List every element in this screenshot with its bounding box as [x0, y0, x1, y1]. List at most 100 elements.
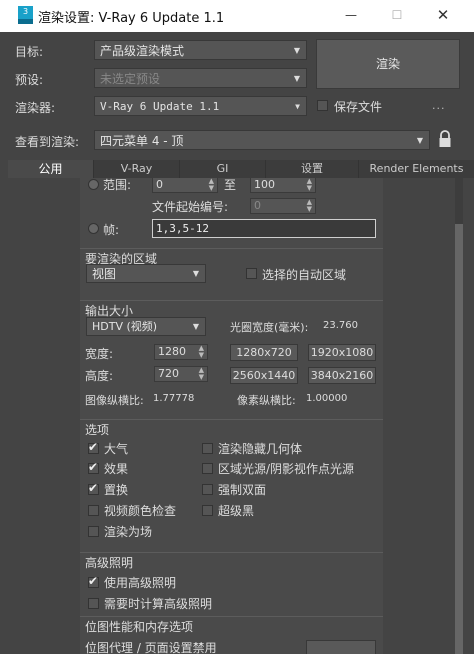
- compute-advanced-lighting-label: 需要时计算高级照明: [104, 597, 213, 611]
- maximize-button[interactable]: ☐: [382, 4, 412, 26]
- frames-label: 帧:: [103, 223, 120, 237]
- atmosphere-label: 大气: [104, 442, 129, 456]
- preset-1920x1080-button[interactable]: 1920x1080: [308, 344, 376, 361]
- image-aspect-value: 1.77778: [153, 393, 195, 404]
- auto-region-label: 选择的自动区域: [262, 268, 347, 282]
- super-black-checkbox[interactable]: [202, 505, 213, 516]
- area-mode-value: 视图: [92, 267, 117, 281]
- view-to-render-dropdown[interactable]: 四元菜单 4 - 顶 ▼: [94, 130, 430, 150]
- range-radio[interactable]: [88, 179, 99, 190]
- dropdown-arrow-icon: ▼: [192, 269, 199, 278]
- file-start-label: 文件起始编号:: [152, 200, 229, 214]
- output-format-dropdown[interactable]: HDTV (视频) ▼: [86, 317, 206, 336]
- auto-region-checkbox[interactable]: [246, 268, 257, 279]
- spinner-arrows-icon[interactable]: ▲ ▼: [199, 367, 204, 381]
- preset-1280x720-button[interactable]: 1280x720: [230, 344, 298, 361]
- render-button[interactable]: 渲染: [316, 39, 460, 89]
- effects-label: 效果: [104, 462, 129, 476]
- image-aspect-label: 图像纵横比:: [85, 394, 144, 407]
- renderer-label: 渲染器:: [15, 101, 56, 115]
- force-two-sided-checkbox[interactable]: [202, 484, 213, 495]
- tab-vray[interactable]: V-Ray: [94, 160, 180, 178]
- height-spinner[interactable]: 720 ▲ ▼: [154, 366, 208, 382]
- preset-label: 预设:: [15, 73, 44, 87]
- bitmap-setup-button[interactable]: [306, 640, 376, 654]
- displacement-checkbox[interactable]: [88, 481, 99, 495]
- pixel-aspect-label: 像素纵横比:: [237, 394, 296, 407]
- more-button[interactable]: ...: [432, 99, 446, 112]
- area-mode-dropdown[interactable]: 视图 ▼: [86, 264, 206, 283]
- spinner-arrows-icon[interactable]: ▲ ▼: [199, 345, 204, 359]
- save-file-label: 保存文件: [334, 100, 383, 114]
- area-lights-as-points-checkbox[interactable]: [202, 463, 213, 474]
- aperture-label: 光圈宽度(毫米):: [230, 321, 309, 334]
- render-to-fields-checkbox[interactable]: [88, 526, 99, 537]
- spinner-arrows-icon[interactable]: ▲ ▼: [307, 178, 312, 192]
- atmosphere-checkbox[interactable]: [88, 440, 99, 454]
- spinner-arrows-icon[interactable]: ▲ ▼: [209, 178, 214, 192]
- bitmap-performance-section: 位图性能和内存选项 位图代理 / 页面设置禁用: [80, 616, 383, 654]
- frames-input[interactable]: 1,3,5-12: [152, 219, 376, 238]
- options-title: 选项: [85, 423, 110, 437]
- pixel-aspect-value: 1.00000: [306, 393, 348, 404]
- width-label: 宽度:: [85, 347, 114, 361]
- range-end-spinner[interactable]: 100 ▲ ▼: [250, 178, 316, 193]
- video-color-check-checkbox[interactable]: [88, 505, 99, 516]
- title-bar[interactable]: 3 渲染设置: V-Ray 6 Update 1.1 — ☐ ✕: [0, 0, 474, 32]
- tab-gi[interactable]: GI: [180, 160, 266, 178]
- dropdown-arrow-icon: ▼: [293, 74, 300, 83]
- spinner-arrows-icon[interactable]: ▲ ▼: [307, 199, 312, 213]
- target-label: 目标:: [15, 45, 44, 59]
- renderer-value: V-Ray 6 Update 1.1: [100, 100, 220, 113]
- render-to-fields-label: 渲染为场: [104, 525, 153, 539]
- dropdown-arrow-icon: ▼: [293, 46, 300, 55]
- window-title: 渲染设置: V-Ray 6 Update 1.1: [38, 11, 225, 26]
- range-label: 范围:: [103, 178, 132, 192]
- target-value: 产品级渲染模式: [100, 44, 185, 58]
- range-to-label: 至: [224, 178, 237, 192]
- file-start-value: 0: [254, 199, 261, 212]
- use-advanced-lighting-label: 使用高级照明: [104, 576, 177, 590]
- output-size-section: 输出大小 HDTV (视频) ▼ 光圈宽度(毫米): 23.760 宽度: 128…: [80, 300, 383, 419]
- compute-advanced-lighting-checkbox[interactable]: [88, 598, 99, 609]
- tab-bar: 公用 V-Ray GI 设置 Render Elements: [8, 160, 474, 178]
- super-black-label: 超级黑: [218, 504, 255, 518]
- aperture-value: 23.760: [323, 320, 358, 331]
- dropdown-arrow-icon: ▼: [416, 136, 423, 145]
- save-file-checkbox[interactable]: [317, 100, 328, 111]
- use-advanced-lighting-checkbox[interactable]: [88, 574, 99, 588]
- area-section: 要渲染的区域 视图 ▼ 选择的自动区域: [80, 248, 383, 299]
- dropdown-arrow-icon: ▼: [192, 322, 199, 331]
- area-lights-as-points-label: 区域光源/阴影视作点光源: [218, 462, 355, 476]
- file-start-spinner[interactable]: 0 ▲ ▼: [250, 198, 316, 214]
- preset-dropdown[interactable]: 未选定预设 ▼: [94, 68, 307, 88]
- minimize-button[interactable]: —: [336, 4, 366, 26]
- render-hidden-geometry-checkbox[interactable]: [202, 443, 213, 454]
- render-hidden-geometry-label: 渲染隐藏几何体: [218, 442, 303, 456]
- target-dropdown[interactable]: 产品级渲染模式 ▼: [94, 40, 307, 60]
- tab-common[interactable]: 公用: [8, 160, 94, 178]
- bitmap-proxies-status: 位图代理 / 页面设置禁用: [85, 641, 217, 654]
- options-section: 选项 大气 效果 置换 视频颜色检查 渲染为场 渲染隐藏几何体 区域光源/阴影视…: [80, 419, 383, 552]
- range-start-value: 0: [156, 178, 163, 191]
- preset-value: 未选定预设: [100, 72, 161, 86]
- lock-icon[interactable]: [438, 130, 452, 148]
- effects-checkbox[interactable]: [88, 460, 99, 474]
- close-button[interactable]: ✕: [428, 4, 458, 26]
- tab-settings[interactable]: 设置: [266, 160, 359, 178]
- preset-3840x2160-button[interactable]: 3840x2160: [308, 367, 376, 384]
- view-to-render-label: 查看到渲染:: [15, 135, 80, 149]
- frames-radio[interactable]: [88, 223, 99, 234]
- scrollbar-thumb[interactable]: [455, 224, 463, 654]
- tab-render-elements[interactable]: Render Elements: [359, 160, 474, 178]
- output-format-value: HDTV (视频): [92, 320, 158, 333]
- app-icon: 3: [18, 6, 33, 24]
- width-spinner[interactable]: 1280 ▲ ▼: [154, 344, 208, 360]
- range-end-value: 100: [254, 178, 275, 191]
- view-to-render-value: 四元菜单 4 - 顶: [100, 134, 184, 148]
- preset-2560x1440-button[interactable]: 2560x1440: [230, 367, 298, 384]
- renderer-dropdown[interactable]: V-Ray 6 Update 1.1 ▼: [94, 96, 307, 116]
- range-start-spinner[interactable]: 0 ▲ ▼: [152, 178, 218, 193]
- width-value: 1280: [158, 345, 186, 358]
- displacement-label: 置换: [104, 483, 129, 497]
